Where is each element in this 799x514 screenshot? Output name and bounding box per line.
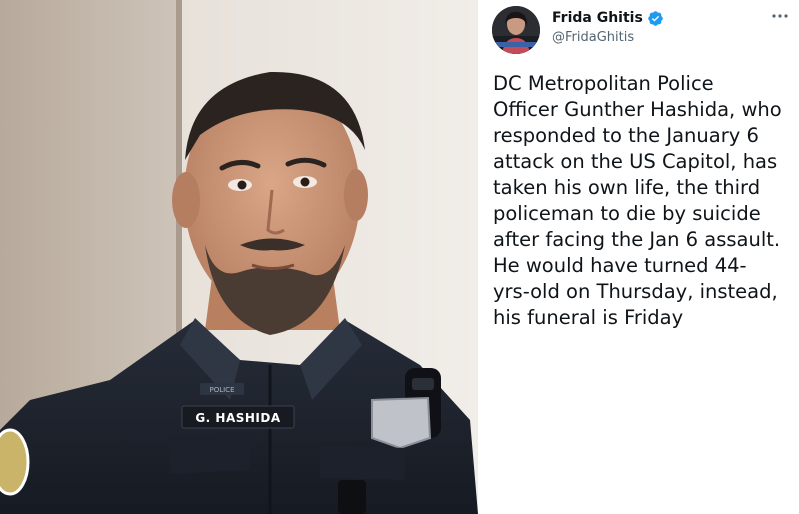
ear-right [344,169,368,221]
tweet-line: his funeral is Friday [493,306,684,329]
officer-photo-drawing: POLICE G. HASHIDA [0,0,478,514]
pocket-left [170,435,250,474]
author-row[interactable]: Frida Ghitis [552,8,664,28]
shoulder-patch [0,428,30,496]
tweet-body: DC Metropolitan Police Officer Gunther H… [493,71,793,331]
tweet-line: responded to the January 6 [493,124,759,147]
tweet-line: taken his own life, the third [493,176,761,199]
author-handle[interactable]: @FridaGhitis [552,30,634,45]
ear-left [172,172,200,228]
tweet-line: Officer Gunther Hashida, who [493,98,782,121]
tweet-line: He would have turned 44- [493,254,747,277]
tweet-card: Frida Ghitis @FridaGhitis DC Metropolita… [478,0,799,514]
badge [371,396,432,450]
name-tag-text: G. HASHIDA [195,411,281,425]
police-tag-text: POLICE [209,386,234,394]
equipment-clip [338,480,366,514]
avatar[interactable] [492,6,540,54]
author-name[interactable]: Frida Ghitis [552,10,643,26]
officer-photo[interactable]: POLICE G. HASHIDA [0,0,478,514]
tweet-line: DC Metropolitan Police [493,72,714,95]
verified-badge-icon [647,10,664,27]
avatar-photo-icon [492,6,540,54]
pocket-right [320,445,405,480]
tweet-line: yrs-old on Thursday, instead, [493,280,778,303]
tweet-line: after facing the Jan 6 assault. [493,228,781,251]
more-options-icon[interactable] [769,8,791,24]
tweet-line: attack on the US Capitol, has [493,150,778,173]
tweet-line: policeman to die by suicide [493,202,761,225]
